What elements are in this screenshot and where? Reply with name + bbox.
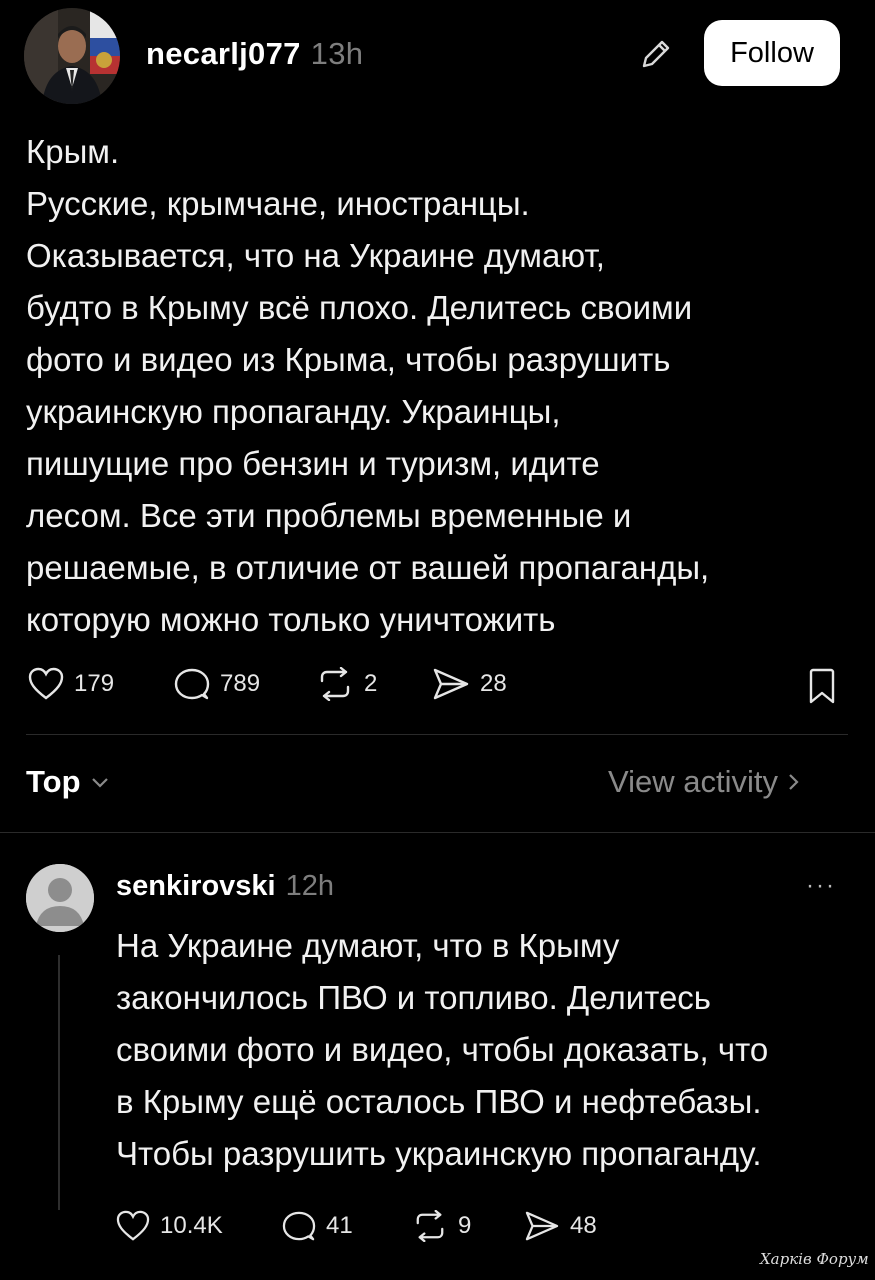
reply-author[interactable]: senkirovski 12h: [116, 870, 334, 903]
reply-line: На Украине думают, что в Крыму: [116, 927, 620, 964]
watermark: Харків Форум: [760, 1250, 869, 1268]
reply-like-button[interactable]: 10.4K: [116, 1210, 223, 1242]
author-avatar[interactable]: [24, 8, 120, 104]
post-line: Русские, крымчане, иностранцы.: [26, 185, 530, 222]
like-count: 179: [74, 670, 115, 697]
comment-icon: [282, 1211, 316, 1241]
pencil-icon[interactable]: [636, 34, 676, 74]
follow-button[interactable]: Follow: [704, 20, 840, 86]
reply-count: 789: [220, 670, 261, 697]
heart-icon: [116, 1210, 150, 1241]
post-line: фото и видео из Крыма, чтобы разрушить: [26, 341, 671, 378]
share-button[interactable]: 28: [432, 667, 507, 701]
thread-line: [58, 955, 60, 1210]
sort-dropdown[interactable]: Top: [26, 764, 111, 800]
view-activity-link[interactable]: View activity: [608, 764, 802, 800]
like-button[interactable]: 179: [28, 667, 114, 701]
chevron-down-icon: [91, 778, 108, 788]
post-author[interactable]: necarlj077 13h: [146, 36, 363, 72]
post-time: 13h: [310, 36, 364, 71]
chevron-right-icon: [789, 774, 799, 790]
comment-icon: [174, 668, 210, 700]
reply-line: закончилось ПВО и топливо. Делитесь: [116, 979, 711, 1016]
post-line: украинскую пропаганду. Украинцы,: [26, 393, 561, 430]
send-icon: [433, 668, 469, 700]
post-line: решаемые, в отличие от вашей пропаганды,: [26, 549, 710, 586]
view-activity-label: View activity: [608, 764, 778, 799]
post-author-name[interactable]: necarlj077: [146, 36, 301, 71]
bookmark-icon[interactable]: [808, 668, 836, 709]
post-line: Оказывается, что на Украине думают,: [26, 237, 605, 274]
post-line: лесом. Все эти проблемы временные и: [26, 497, 632, 534]
post-line: которую можно только уничтожить: [26, 601, 556, 638]
reply-avatar[interactable]: [26, 864, 94, 932]
divider: [0, 832, 875, 833]
repost-button[interactable]: 2: [316, 667, 377, 701]
reply-repost-count: 9: [458, 1212, 472, 1239]
reply-share-button[interactable]: 48: [524, 1210, 597, 1242]
post-text: Крым. Русские, крымчане, иностранцы. Ока…: [26, 126, 846, 646]
send-icon: [525, 1211, 559, 1241]
post-line: будто в Крыму всё плохо. Делитесь своими: [26, 289, 693, 326]
reply-line: Чтобы разрушить украинскую пропаганду.: [116, 1135, 762, 1172]
sort-label: Top: [26, 764, 81, 799]
reply-text: На Украине думают, что в Крыму закончило…: [116, 920, 856, 1180]
post-line: пишущие про бензин и туризм, идите: [26, 445, 600, 482]
share-count: 28: [480, 670, 507, 697]
reply-line: своими фото и видео, чтобы доказать, что: [116, 1031, 769, 1068]
reply-share-count: 48: [570, 1212, 597, 1239]
reply-like-count: 10.4K: [160, 1212, 223, 1239]
divider: [26, 734, 848, 735]
reply-comment-count: 41: [326, 1212, 353, 1239]
reply-repost-button[interactable]: 9: [412, 1210, 471, 1242]
post-line: Крым.: [26, 133, 120, 170]
reply-line: в Крыму ещё осталось ПВО и нефтебазы.: [116, 1083, 762, 1120]
heart-icon: [28, 667, 64, 700]
repost-icon: [320, 667, 350, 701]
repost-icon: [416, 1210, 444, 1242]
more-options-button[interactable]: ···: [806, 872, 836, 900]
reply-time: 12h: [285, 870, 334, 902]
reply-author-name[interactable]: senkirovski: [116, 870, 276, 902]
repost-count: 2: [364, 670, 378, 697]
reply-button[interactable]: 789: [174, 667, 260, 701]
reply-comment-button[interactable]: 41: [282, 1210, 353, 1242]
